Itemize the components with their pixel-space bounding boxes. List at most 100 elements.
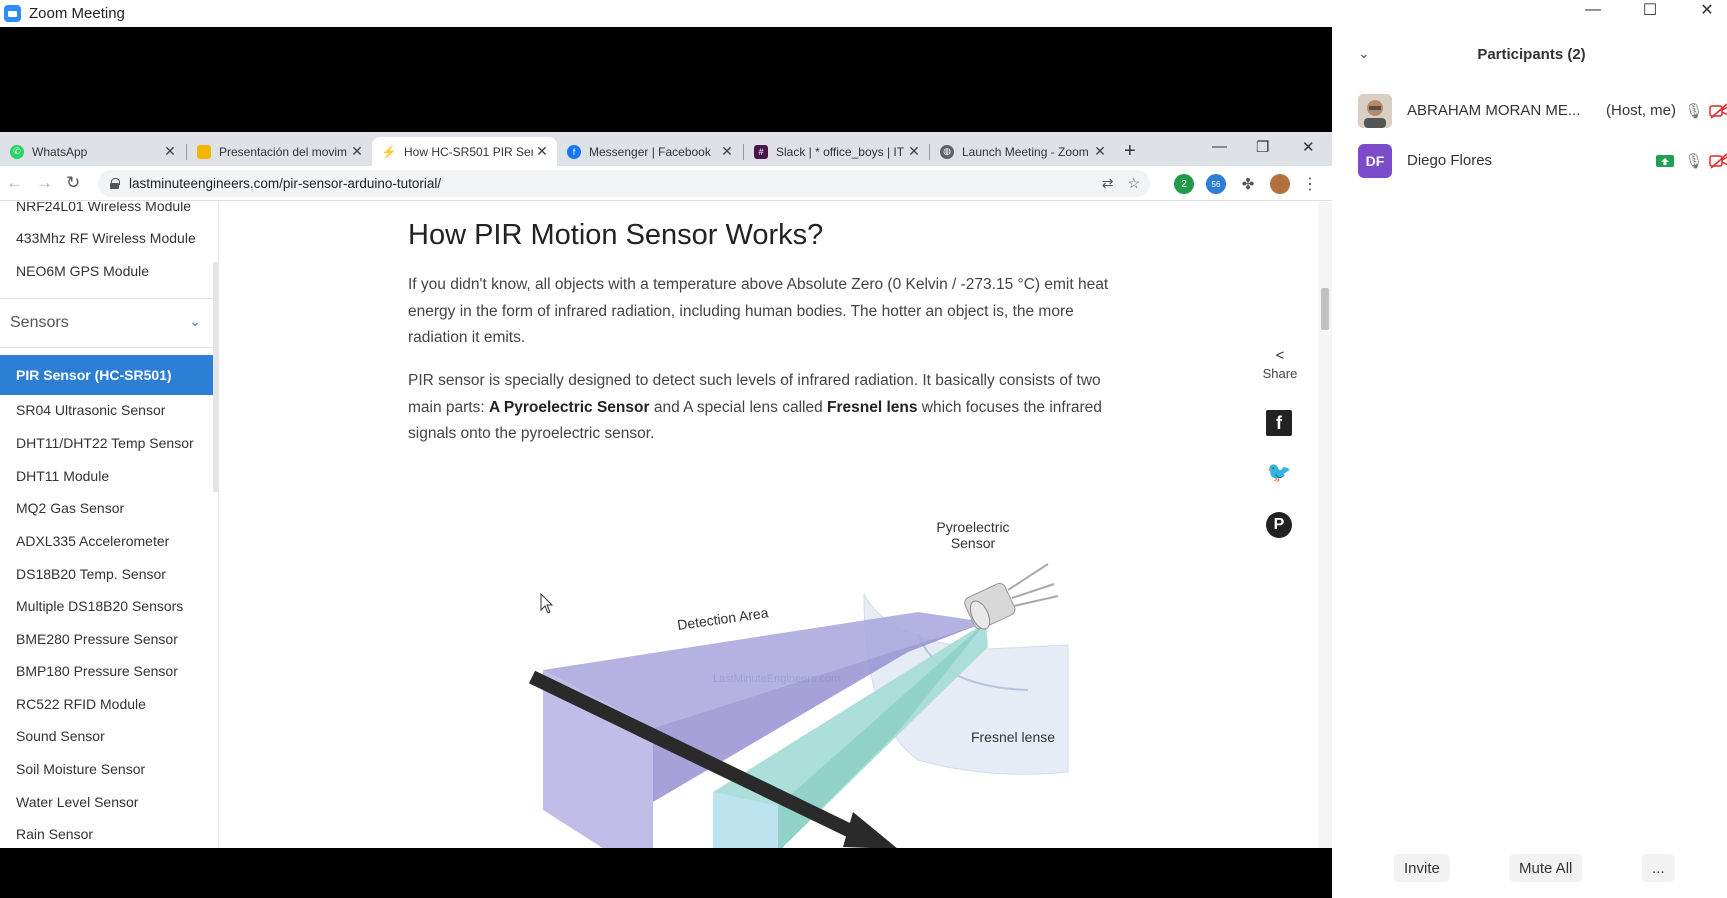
close-icon[interactable]: ✕ [533,143,551,160]
sidebar-item-neo6m[interactable]: NEO6M GPS Module [16,263,149,279]
sidebar-item[interactable]: ADXL335 Accelerometer [16,533,169,549]
extensions-puzzle-icon[interactable]: ✤ [1238,174,1258,194]
sidebar-item[interactable]: MQ2 Gas Sensor [16,500,124,516]
zoom-logo-icon [4,5,21,22]
zoom-titlebar: Zoom Meeting [0,0,1727,27]
url-text[interactable]: lastminuteengineers.com/pir-sensor-ardui… [129,176,441,191]
participant-row[interactable]: ABRAHAM MORAN ME... (Host, me) 🎙 [1358,92,1718,132]
participants-panel: ⌄ Participants (2) ABRAHAM MORAN ME... (… [1336,27,1727,898]
extension-badge-icon[interactable]: 2 [1174,174,1194,194]
browser-toolbar: ← → ↻ lastminuteengineers.com/pir-sensor… [0,166,1332,201]
sidebar-item[interactable]: BMP180 Pressure Sensor [16,663,178,679]
sidebar-item[interactable]: RC522 RFID Module [16,696,146,712]
video-off-icon[interactable] [1708,150,1727,172]
tab-strip: ✆ WhatsApp ✕ Presentación del movim ✕ ⚡ … [0,132,1332,166]
sidebar-item[interactable]: BME280 Pressure Sensor [16,631,178,647]
reload-icon[interactable]: ↻ [66,173,80,193]
participant-name: ABRAHAM MORAN ME... [1407,102,1580,119]
close-button[interactable]: ✕ [1687,0,1727,20]
mute-all-button[interactable]: Mute All [1509,854,1582,882]
bookmark-star-icon[interactable]: ☆ [1127,175,1140,192]
tab-launch-meeting[interactable]: ◍ Launch Meeting - Zoom ✕ [930,137,1115,166]
tab-messenger[interactable]: f Messenger | Facebook ✕ [557,137,742,166]
page-scrollbar[interactable] [1318,202,1332,848]
tab-label: Presentación del movim [219,145,348,159]
sidebar-item-pir-sensor[interactable]: PIR Sensor (HC-SR501) [0,355,213,395]
sidebar-item[interactable]: Soil Moisture Sensor [16,761,145,777]
label-fresnel-lense: Fresnel lense [971,729,1055,745]
sidebar-item-label: PIR Sensor (HC-SR501) [16,367,172,383]
invite-button[interactable]: Invite [1394,854,1450,882]
participant-row[interactable]: DF Diego Flores 🎙 [1358,142,1718,182]
tab-label: Slack | * office_boys | IT [776,145,905,159]
mouse-cursor-icon [541,594,552,613]
browser-minimize-button[interactable]: — [1212,138,1227,155]
microphone-icon[interactable]: 🎙 [1683,100,1705,122]
share-label: Share [1250,366,1310,381]
sidebar-item[interactable]: Sound Sensor [16,728,105,744]
close-icon[interactable]: ✕ [348,143,366,160]
slack-icon: # [754,145,768,159]
chevron-down-icon: ⌄ [189,313,201,330]
article-paragraph-1: If you didn't know, all objects with a t… [408,272,1128,352]
address-bar[interactable]: lastminuteengineers.com/pir-sensor-ardui… [98,170,1150,197]
close-icon[interactable]: ✕ [905,143,923,160]
sidebar-item[interactable]: Rain Sensor [16,826,93,842]
forward-arrow-icon[interactable]: → [36,173,53,193]
close-icon[interactable]: ✕ [161,143,179,160]
sidebar-item[interactable]: DS18B20 Temp. Sensor [16,566,166,582]
sidebar-item[interactable]: Multiple DS18B20 Sensors [16,598,183,614]
avatar: DF [1358,144,1392,178]
tab-whatsapp[interactable]: ✆ WhatsApp ✕ [0,137,185,166]
sidebar-item-nrf24l01[interactable]: NRF24L01 Wireless Module [16,202,191,214]
scrollbar-thumb[interactable] [1321,288,1329,330]
sidebar-item-433mhz[interactable]: 433Mhz RF Wireless Module [16,230,196,246]
browser-close-button[interactable]: ✕ [1302,138,1315,156]
slides-icon [197,145,211,159]
article-paragraph-2: PIR sensor is specially designed to dete… [408,368,1128,448]
watermark: LastMinuteEngineers.com [713,673,840,685]
sidebar-item[interactable]: SR04 Ultrasonic Sensor [16,402,165,418]
tab-pir-sensor[interactable]: ⚡ How HC-SR501 PIR Sen ✕ [372,137,557,166]
lme-icon: ⚡ [382,145,396,159]
browser-menu-icon[interactable]: ⋮ [1300,174,1320,194]
new-tab-button[interactable]: + [1124,140,1136,163]
translate-icon[interactable]: ⇄ [1102,175,1114,192]
minimize-button[interactable]: — [1573,0,1613,20]
video-off-icon[interactable] [1708,100,1727,122]
participant-role: (Host, me) [1606,102,1676,119]
back-arrow-icon[interactable]: ← [6,173,23,193]
share-widget[interactable]: < Share [1250,347,1310,381]
sidebar-item[interactable]: DHT11/DHT22 Temp Sensor [16,435,194,451]
maximize-button[interactable]: ☐ [1630,0,1670,20]
participant-name: Diego Flores [1407,152,1492,169]
facebook-icon[interactable]: f [1266,410,1292,436]
participants-title: Participants (2) [1336,46,1727,63]
label-detection-area: Detection Area [676,604,769,633]
facebook-icon: f [567,145,581,159]
close-icon[interactable]: ✕ [1091,143,1109,160]
more-options-button[interactable]: ... [1642,854,1675,882]
label-sensor: Sensor [951,535,996,551]
extension-counter-icon[interactable]: 56 [1206,174,1226,194]
profile-avatar-icon[interactable] [1270,174,1290,194]
sidebar-section-sensors[interactable]: Sensors ⌄ [0,298,213,348]
tab-label: Messenger | Facebook [589,145,718,159]
share-icon: < [1250,347,1310,364]
tab-label: WhatsApp [32,145,161,159]
sidebar-item[interactable]: Water Level Sensor [16,794,138,810]
tab-slack[interactable]: # Slack | * office_boys | IT ✕ [744,137,929,166]
sidebar-item[interactable]: DHT11 Module [16,468,109,484]
pir-sensor-diagram: Pyroelectric Sensor Detection Area Fresn… [468,472,1108,848]
browser-restore-button[interactable]: ❐ [1256,138,1269,156]
sidebar-scrollbar[interactable] [213,262,218,492]
tab-presentacion[interactable]: Presentación del movim ✕ [187,137,372,166]
whatsapp-icon: ✆ [10,145,24,159]
microphone-icon[interactable]: 🎙 [1683,150,1705,172]
close-icon[interactable]: ✕ [718,143,736,160]
screen-share-icon [1654,150,1676,172]
shared-screen: ✆ WhatsApp ✕ Presentación del movim ✕ ⚡ … [0,27,1332,898]
avatar [1358,94,1392,128]
pinterest-icon[interactable]: P [1266,512,1292,538]
twitter-icon[interactable]: 🐦 [1266,459,1292,485]
